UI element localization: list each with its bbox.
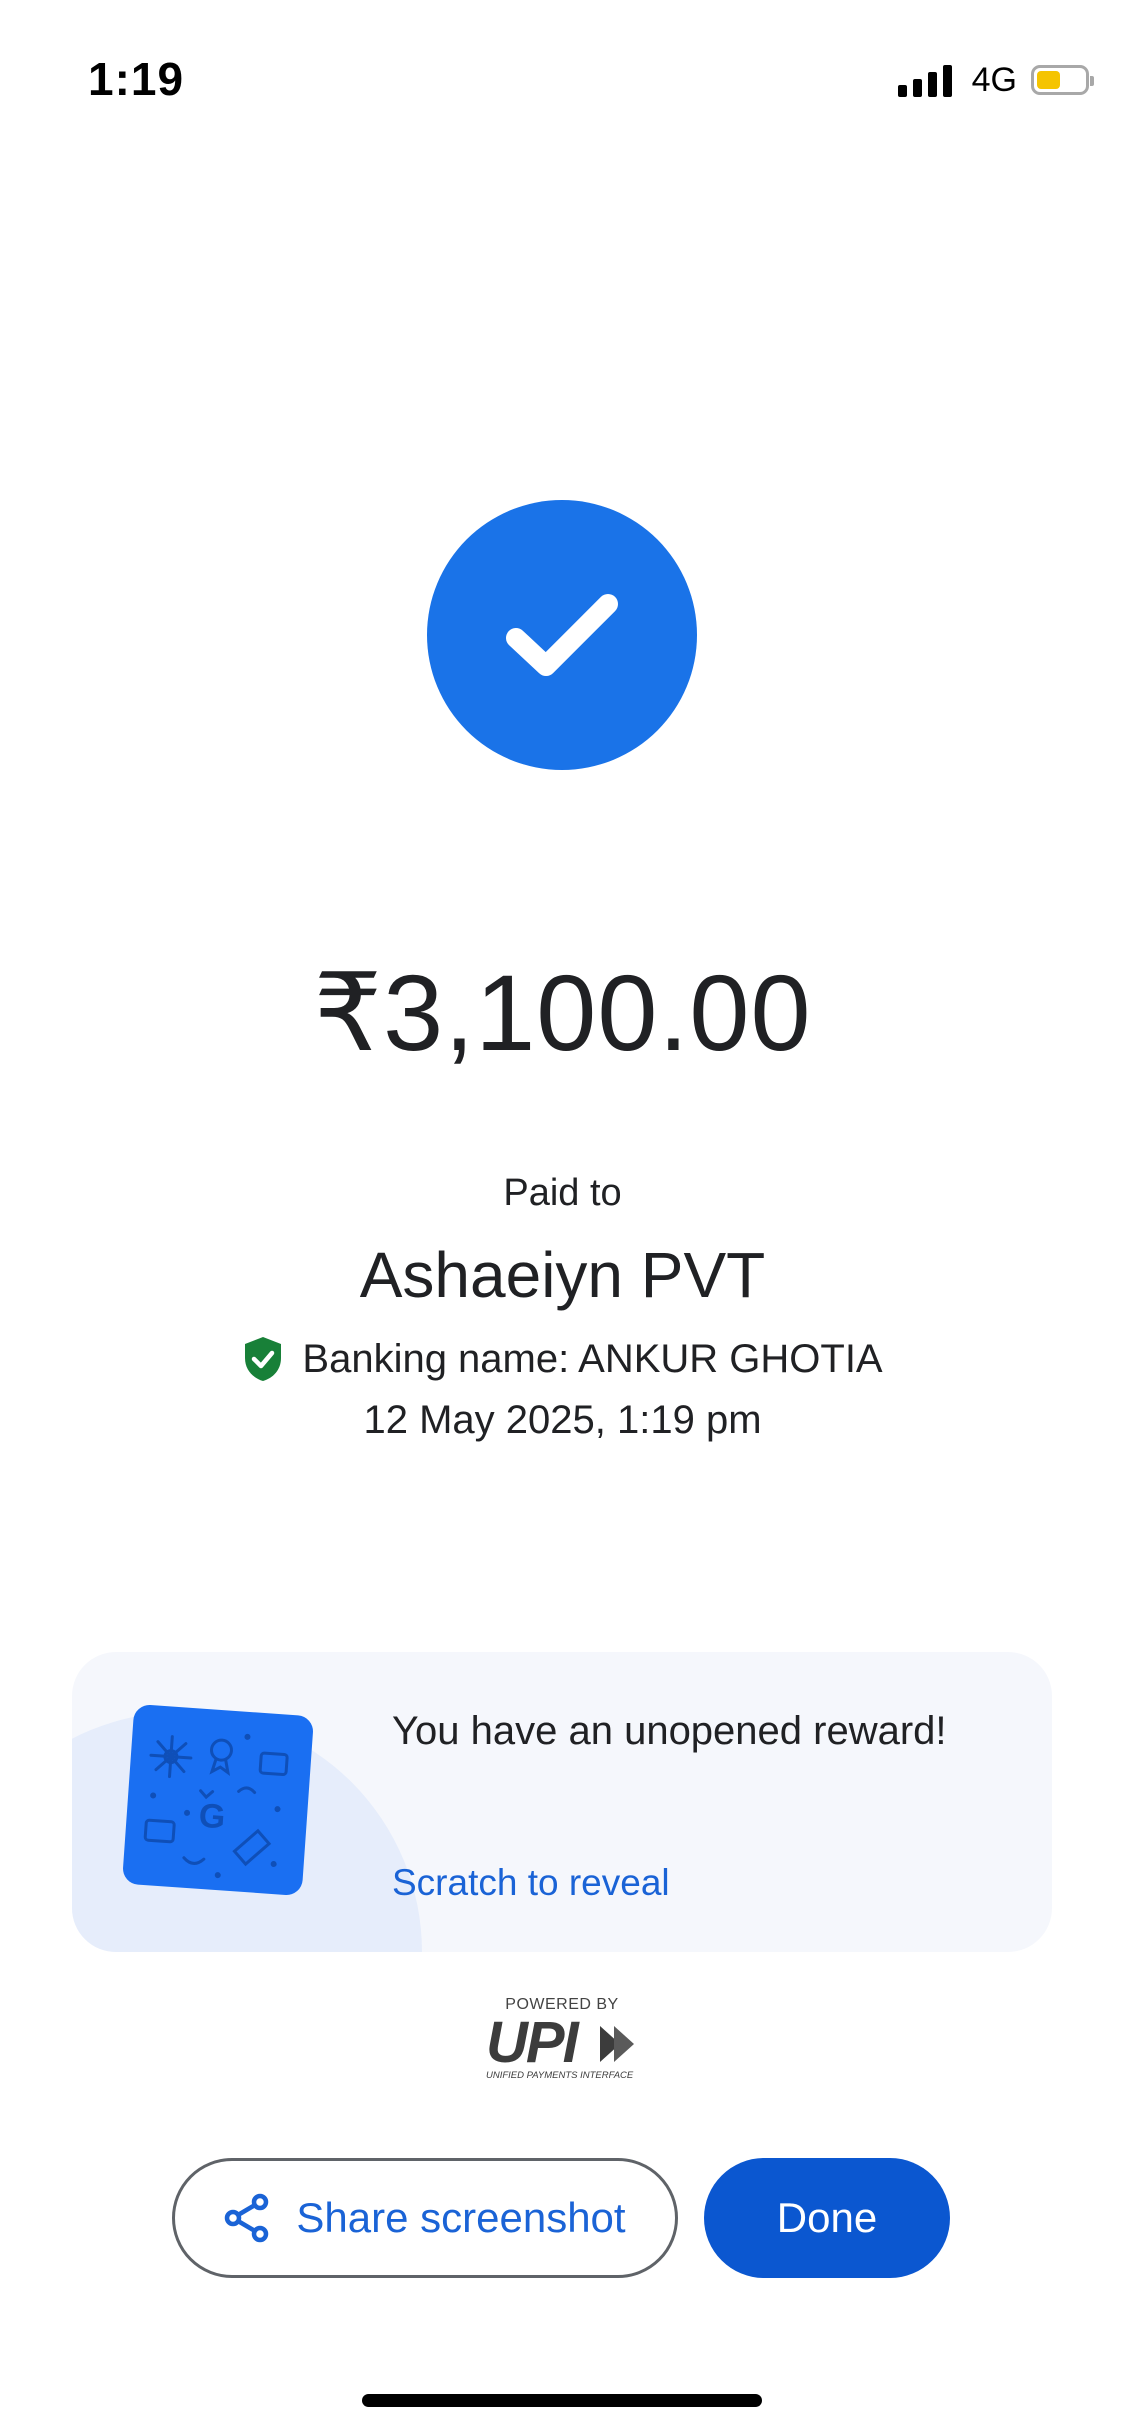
- reward-card[interactable]: G You have an unopened reward! Scratch t…: [72, 1652, 1052, 1952]
- success-check: [427, 500, 697, 770]
- reward-title: You have an unopened reward!: [392, 1709, 947, 1753]
- status-indicators: 4G: [897, 60, 1094, 100]
- scratch-card-pattern: G: [143, 1733, 289, 1879]
- battery-level: [1037, 71, 1060, 89]
- upi-wordmark: UPI UNIFIED PAYMENTS INTERFACE: [486, 2010, 634, 2081]
- signal-strength-icon: [897, 63, 952, 97]
- battery-icon: [1031, 65, 1094, 95]
- scratch-card-icon[interactable]: G: [121, 1703, 315, 1897]
- paid-to-label: Paid to: [503, 1172, 622, 1214]
- transaction-date: 12 May 2025, 1:19 pm: [363, 1398, 762, 1442]
- upi-tagline: UNIFIED PAYMENTS INTERFACE: [486, 2070, 634, 2081]
- done-label: Done: [776, 2194, 878, 2241]
- share-icon: [225, 2193, 269, 2243]
- banking-name: Banking name: ANKUR GHOTIA: [302, 1336, 883, 1381]
- done-button[interactable]: Done: [704, 2158, 950, 2278]
- network-type: 4G: [971, 60, 1017, 99]
- share-screenshot-button[interactable]: Share screenshot: [172, 2158, 678, 2278]
- upi-powered-by: POWERED BY: [505, 1996, 619, 2013]
- svg-text:G: G: [198, 1797, 227, 1837]
- payee-name: Ashaeiyn PVT: [359, 1239, 766, 1311]
- scratch-to-reveal-link[interactable]: Scratch to reveal: [392, 1862, 670, 1904]
- banking-name-row: Banking name: ANKUR GHOTIA: [0, 1335, 1125, 1383]
- shield-check-icon: [245, 1337, 282, 1381]
- upi-logo-text: UPI: [486, 2014, 581, 2075]
- home-indicator[interactable]: [362, 2394, 762, 2407]
- payment-amount: ₹3,100.00: [313, 952, 812, 1073]
- share-screenshot-label: Share screenshot: [296, 2194, 626, 2241]
- status-time: 1:19: [88, 53, 185, 105]
- upi-logo: POWERED BY UPI UNIFIED PAYMENTS INTERFAC…: [482, 1996, 642, 2089]
- check-icon: [506, 594, 618, 676]
- status-bar: 1:19 4G: [0, 0, 1125, 150]
